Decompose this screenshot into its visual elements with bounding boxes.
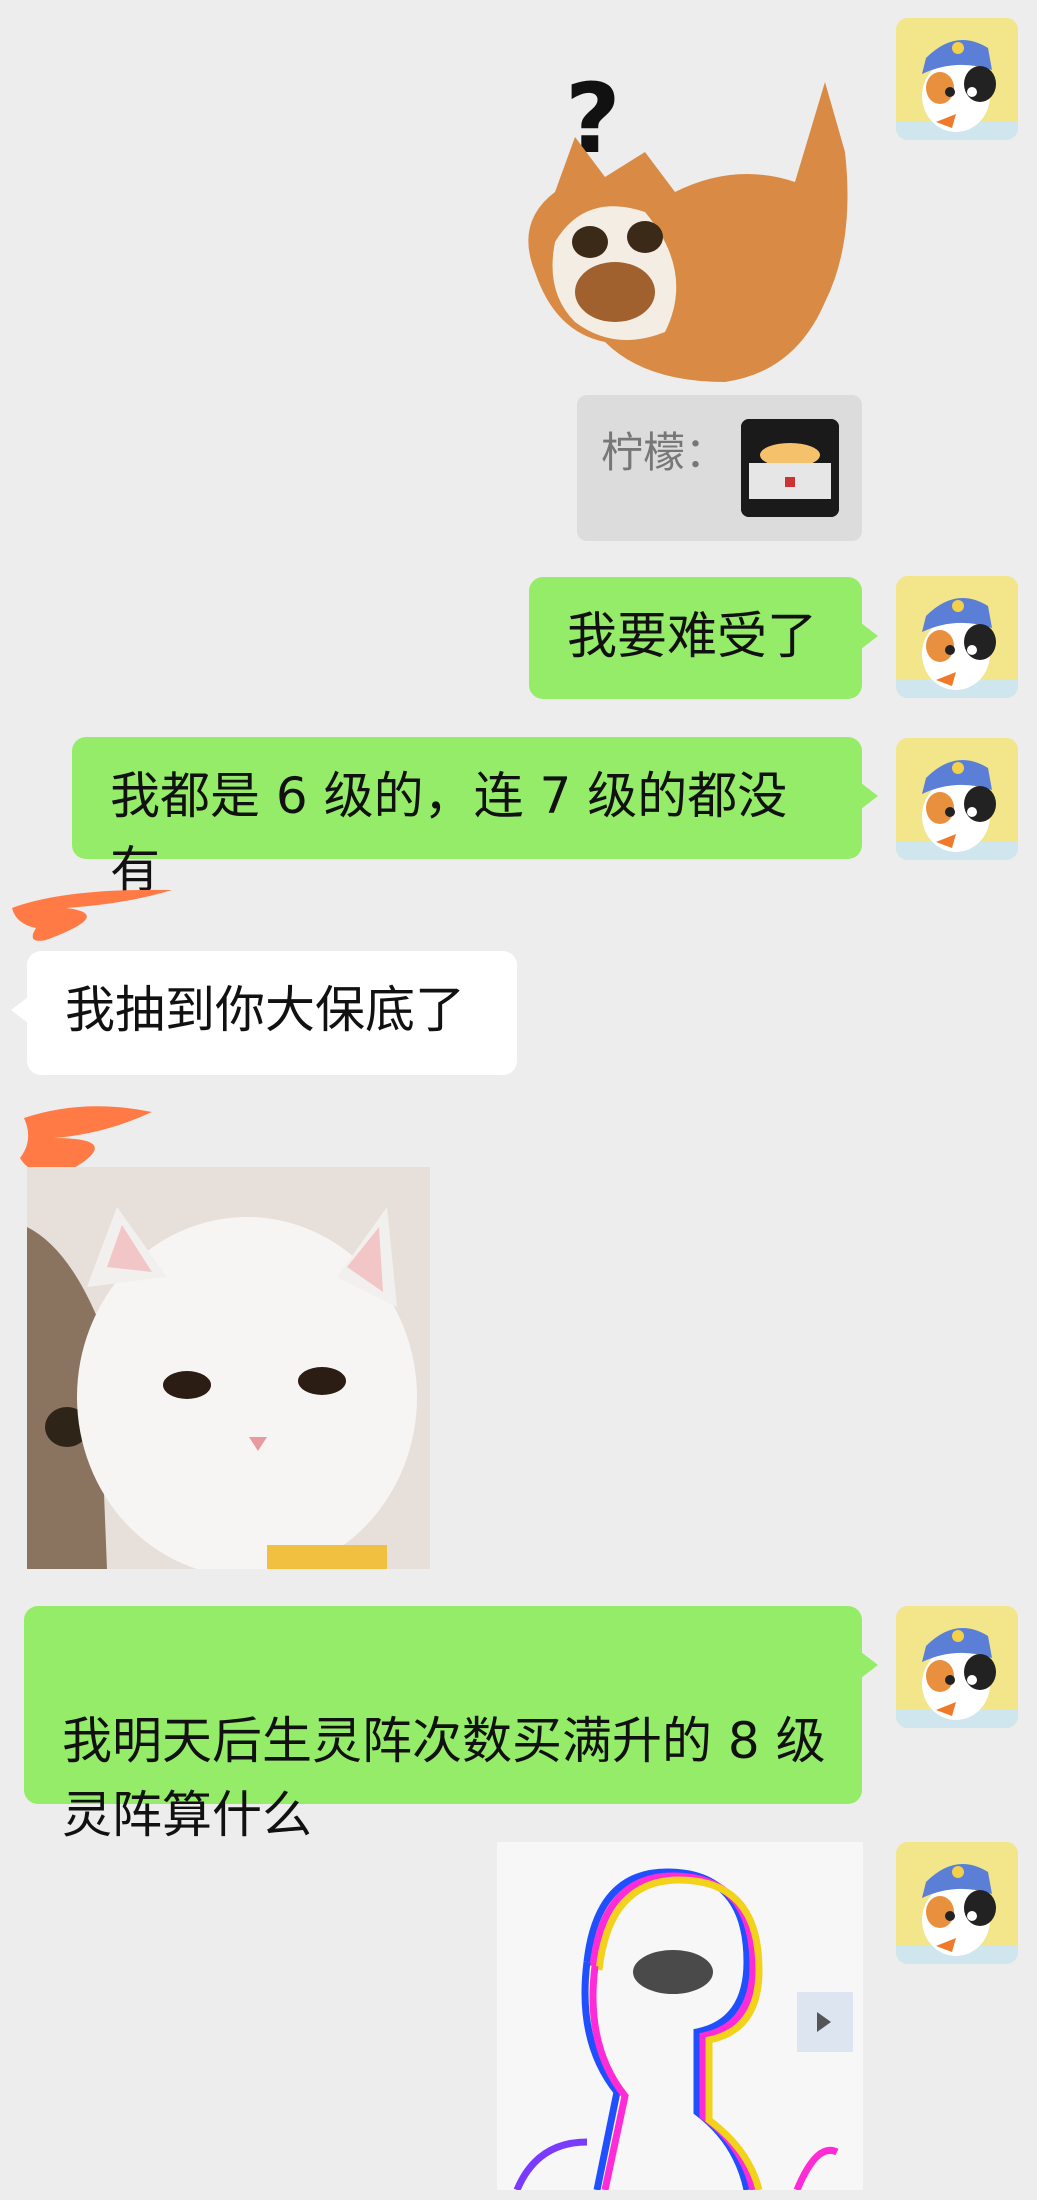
self-avatar[interactable] [896, 738, 1018, 860]
bubble-tail [861, 1652, 878, 1678]
calico-cat-avatar-icon [896, 738, 1018, 860]
calico-cat-avatar-icon [896, 576, 1018, 698]
redacted-sender-name [6, 884, 176, 950]
self-avatar[interactable] [896, 1842, 1018, 1964]
calico-cat-avatar-icon [896, 1606, 1018, 1728]
bubble-tail [861, 783, 878, 809]
message-text: 我抽到你大保底了 [65, 981, 465, 1039]
message-text: 我要难受了 [567, 607, 817, 665]
question-cat-sticker[interactable]: ? [495, 42, 867, 387]
message-bubble[interactable]: 我明天后生灵阵次数买满升的 8 级 灵阵算什么 [24, 1606, 878, 1844]
message-text: 我明天后生灵阵次数买满升的 8 级 灵阵算什么 [62, 1712, 826, 1844]
white-cat-photo[interactable] [27, 1167, 430, 1569]
calico-cat-avatar-icon [896, 1842, 1018, 1964]
glitch-meme-sticker[interactable] [497, 1842, 863, 2190]
message-text: 我都是 6 级的，连 7 级的都没有 [110, 767, 788, 899]
quoted-message[interactable]: 柠檬： [577, 395, 862, 541]
stage-image-thumbnail[interactable] [741, 419, 839, 517]
bubble-tail [11, 997, 28, 1023]
message-bubble[interactable]: 我都是 6 级的，连 7 级的都没有 [72, 737, 878, 899]
message-bubble[interactable]: 我抽到你大保底了 [11, 951, 517, 1075]
calico-cat-avatar-icon [896, 18, 1018, 140]
self-avatar[interactable] [896, 1606, 1018, 1728]
bubble-tail [861, 623, 878, 649]
self-avatar[interactable] [896, 18, 1018, 140]
self-avatar[interactable] [896, 576, 1018, 698]
quote-label: 柠檬： [601, 428, 728, 477]
message-bubble[interactable]: 我要难受了 [529, 577, 878, 699]
